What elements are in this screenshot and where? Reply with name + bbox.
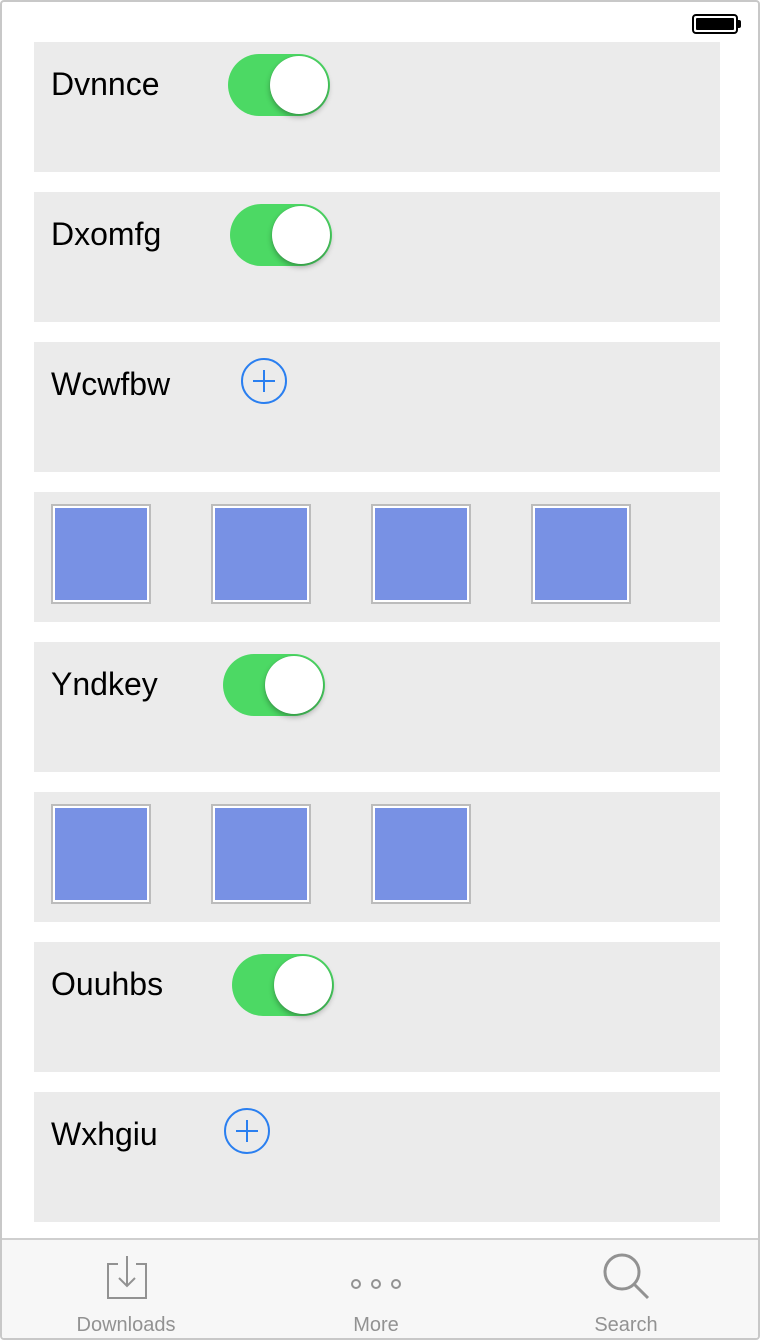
toggle-cell: Dxomfg <box>34 192 720 322</box>
cell-label: Yndkey <box>51 666 158 702</box>
tab-bar: Downloads More Search <box>2 1238 758 1338</box>
cell-label: Wcwfbw <box>51 366 171 402</box>
tab-search[interactable]: Search <box>526 1240 726 1338</box>
image-thumbnail[interactable] <box>51 804 151 904</box>
image-thumbnail[interactable] <box>371 504 471 604</box>
cell-label: Wxhgiu <box>51 1116 158 1152</box>
status-bar <box>2 2 758 42</box>
toggle-cell: Yndkey <box>34 642 720 772</box>
cell-label: Dxomfg <box>51 216 162 252</box>
cell-label: Dvnnce <box>51 66 160 102</box>
image-thumbnail[interactable] <box>211 504 311 604</box>
image-thumbnail[interactable] <box>531 504 631 604</box>
image-thumbnail[interactable] <box>211 804 311 904</box>
more-icon <box>350 1252 402 1304</box>
toggle-cell: Ouuhbs <box>34 942 720 1072</box>
plus-circle-icon[interactable] <box>241 358 287 404</box>
toggle-switch[interactable] <box>223 654 325 716</box>
tab-label: Downloads <box>76 1314 176 1336</box>
tab-label: Search <box>594 1314 658 1336</box>
image-cell <box>34 492 720 622</box>
tab-label: More <box>353 1314 399 1336</box>
tab-downloads[interactable]: Downloads <box>26 1240 226 1338</box>
add-cell: Wxhgiu <box>34 1092 720 1222</box>
toggle-switch[interactable] <box>228 54 330 116</box>
app-screen: Dvnnce Dxomfg Wcwfbw Yndkey Ouuhbs Wxhgi… <box>0 0 760 1340</box>
battery-icon <box>692 14 738 34</box>
toggle-switch[interactable] <box>232 954 334 1016</box>
add-cell: Wcwfbw <box>34 342 720 472</box>
search-icon <box>600 1252 652 1304</box>
downloads-icon <box>100 1252 152 1304</box>
image-cell <box>34 792 720 922</box>
image-thumbnail[interactable] <box>371 804 471 904</box>
toggle-switch[interactable] <box>230 204 332 266</box>
plus-circle-icon[interactable] <box>224 1108 270 1154</box>
tab-more[interactable]: More <box>276 1240 476 1338</box>
image-thumbnail[interactable] <box>51 504 151 604</box>
toggle-cell: Dvnnce <box>34 42 720 172</box>
cell-label: Ouuhbs <box>51 966 164 1002</box>
